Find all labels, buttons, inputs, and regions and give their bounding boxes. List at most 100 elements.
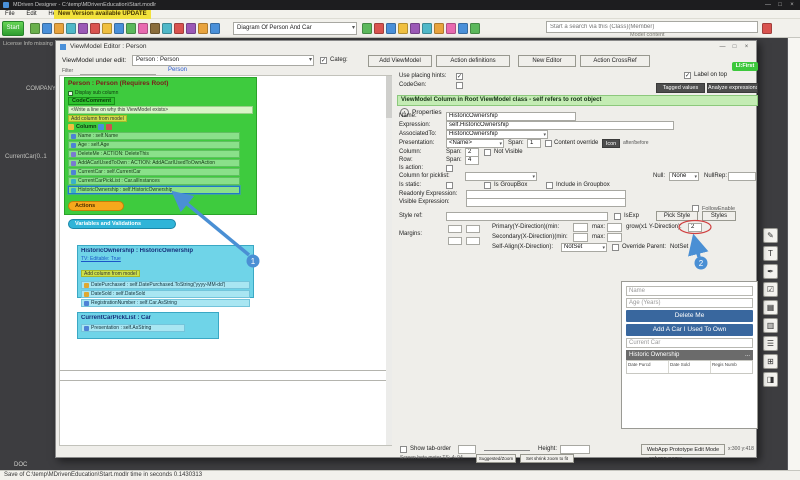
toolbar-icon[interactable] (102, 23, 112, 34)
name-field[interactable]: HistoricOwnership (446, 112, 576, 121)
toolbar-icon[interactable] (78, 23, 88, 34)
margin-top-field[interactable] (448, 225, 462, 233)
override-parent-checkbox[interactable] (612, 244, 619, 251)
viewmodel-column-item[interactable]: Name : self.Name (68, 132, 240, 140)
primary-max-field[interactable] (607, 223, 622, 232)
actions-expander[interactable]: Actions (68, 201, 124, 211)
action-definitions-button[interactable]: Action definitions (436, 55, 510, 67)
visible-expression-field[interactable] (466, 198, 626, 207)
expression-field[interactable]: self.HistoricOwnership (446, 121, 674, 130)
toolbar-icon[interactable] (30, 23, 40, 34)
viewmodel-column-item[interactable]: DeleteMe : ACTION: DeleteThis (68, 150, 240, 158)
code-comment-chip[interactable]: CodeComment (68, 97, 115, 105)
suggested-zoom-button[interactable]: Suggested/Zoom (476, 454, 516, 463)
toolbar-icon[interactable] (138, 23, 148, 34)
codegen-checkbox[interactable] (456, 82, 463, 89)
preview-name-field[interactable]: Name (626, 286, 753, 296)
grid-column-header[interactable]: Regis Numb (711, 361, 752, 373)
presentation-select[interactable]: <Name> (446, 139, 504, 148)
layout-tool-icon[interactable]: ⊞ (763, 354, 778, 369)
not-visible-checkbox[interactable] (484, 149, 491, 156)
add-column-link[interactable]: Add column from model (68, 115, 127, 122)
margin-bottom-field[interactable] (448, 237, 462, 245)
action-crossref-button[interactable]: Action CrossRef (580, 55, 650, 67)
toolbar-icon[interactable] (446, 23, 456, 34)
grid-tool-icon[interactable]: ▦ (763, 300, 778, 315)
analyze-expressions-button[interactable]: Analyze expressions (707, 83, 758, 93)
is-groupbox-checkbox[interactable] (484, 182, 491, 189)
toolbar-icon[interactable] (458, 23, 468, 34)
add-viewmodel-button[interactable]: Add ViewModel (368, 55, 432, 67)
preview-age-field[interactable]: Age (Years) (626, 298, 753, 308)
person-tab[interactable]: Person (168, 67, 187, 73)
height-field[interactable] (560, 445, 590, 454)
secondary-max-field[interactable] (607, 233, 622, 242)
toolbar-icon[interactable] (42, 23, 52, 34)
display-sub-column-checkbox[interactable] (68, 91, 73, 96)
categ-checkbox[interactable] (320, 57, 327, 64)
diagram-selector[interactable]: Diagram Of Person And Car (233, 22, 357, 35)
viewmodel-column-item[interactable]: DatePurchased : self.DatePurchased.ToStr… (81, 281, 250, 289)
toolbar-icon[interactable] (174, 23, 184, 34)
app-minimize-button[interactable]: — (762, 0, 774, 10)
associated-to-select[interactable]: HistoricOwnership (446, 130, 548, 139)
presentation-span-field[interactable]: 1 (527, 139, 541, 148)
secondary-min-field[interactable] (573, 233, 588, 242)
filter-input[interactable] (80, 67, 156, 75)
tree-item[interactable]: CurrentCar(0..1 (5, 154, 47, 160)
label-on-top-checkbox[interactable] (684, 72, 691, 79)
is-action-checkbox[interactable] (446, 165, 453, 172)
icon-button[interactable]: Icon (602, 139, 620, 148)
toolbar-icon[interactable] (374, 23, 384, 34)
text-tool-icon[interactable]: T (763, 246, 778, 261)
toolbar-icon[interactable] (54, 23, 64, 34)
menu-item-file[interactable]: File (0, 10, 20, 19)
table-tool-icon[interactable]: ▥ (763, 318, 778, 333)
viewmodel-selector[interactable]: Person : Person (132, 55, 314, 66)
viewmodel-column-item[interactable]: DateSold : self.DateSold (81, 290, 250, 298)
add-column-link[interactable]: Add column from model (81, 270, 140, 277)
preview-delete-button[interactable]: Delete Me (626, 310, 753, 322)
more-icon[interactable]: ... (745, 350, 750, 360)
editor-maximize-button[interactable]: □ (729, 42, 740, 52)
canvas-splitter[interactable] (60, 370, 391, 371)
menu-item-edit[interactable]: Edit (21, 10, 41, 19)
preview-current-car-field[interactable]: Current Car (626, 338, 753, 348)
scrollbar-thumb[interactable] (386, 76, 392, 118)
checkbox-tool-icon[interactable]: ☑ (763, 282, 778, 297)
toolbar-icon[interactable] (162, 23, 172, 34)
doc-tab[interactable]: DOC (14, 462, 27, 468)
viewmodel-column-item[interactable]: AddACarIUsedToOwn : ACTION: AddACarIUsed… (68, 159, 240, 167)
isexp-checkbox[interactable] (614, 213, 621, 220)
self-align-select[interactable]: NotSet (561, 243, 607, 252)
toolbar-icon[interactable] (434, 23, 444, 34)
row-span-field[interactable]: 4 (465, 156, 479, 165)
grow-field[interactable]: 2 (688, 223, 702, 232)
toolbar-icon[interactable] (198, 23, 208, 34)
use-placing-hints-checkbox[interactable] (456, 73, 463, 80)
viewmodel-column-item[interactable]: CurrentCarPickList : Car.allInstances (68, 177, 240, 185)
toolbar-icon[interactable] (762, 23, 772, 34)
picklist-box[interactable]: CurrentCarPickList : Car Presentation : … (77, 312, 219, 339)
show-tab-order-checkbox[interactable] (400, 446, 407, 453)
include-groupbox-checkbox[interactable] (546, 182, 553, 189)
width-slider[interactable] (484, 450, 530, 451)
primary-min-field[interactable] (573, 223, 588, 232)
canvas-scrollbar[interactable] (386, 76, 392, 445)
tab-order-field[interactable] (458, 445, 476, 454)
viewmodel-column-item[interactable]: CurrentCar : self.CurrentCar (68, 168, 240, 176)
toolbar-icon[interactable] (398, 23, 408, 34)
toolbar-icon[interactable] (66, 23, 76, 34)
viewmodel-column-item[interactable]: Age : self.Age (68, 141, 240, 149)
pen-tool-icon[interactable]: ✒ (763, 264, 778, 279)
margin-right-field[interactable] (466, 225, 480, 233)
toolbar-icon[interactable] (470, 23, 480, 34)
margin-left-field[interactable] (466, 237, 480, 245)
nullrep-field[interactable] (728, 172, 756, 181)
list-tool-icon[interactable]: ☰ (763, 336, 778, 351)
new-editor-button[interactable]: New Editor (518, 55, 576, 67)
toolbar-icon[interactable] (410, 23, 420, 34)
start-button[interactable]: Start (2, 21, 24, 36)
grid-column-header[interactable]: Date Purcd (627, 361, 669, 373)
toolbar-icon[interactable] (90, 23, 100, 34)
